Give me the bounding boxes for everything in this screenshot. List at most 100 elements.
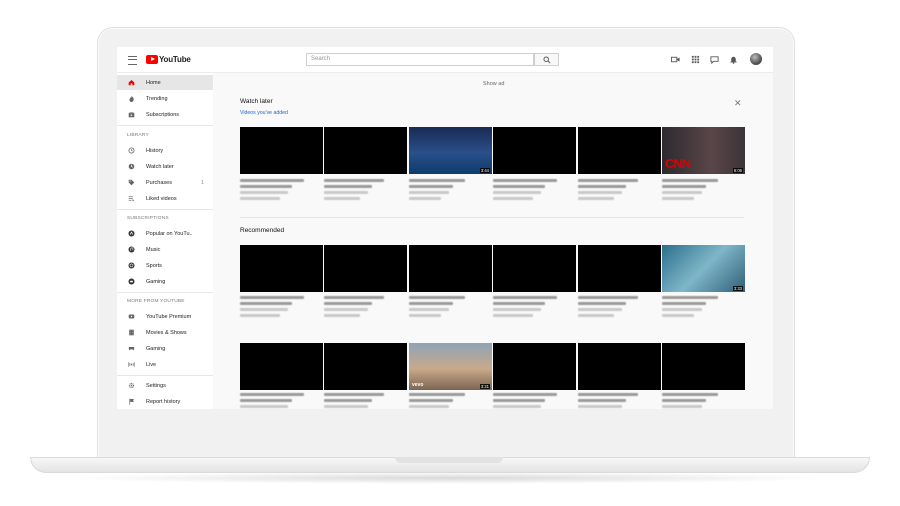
video-meta-blurred: [324, 302, 372, 305]
video-thumbnail[interactable]: [240, 245, 323, 292]
video-thumbnail[interactable]: [240, 343, 323, 390]
vevo-logo: vevo: [412, 382, 424, 388]
video-thumbnail[interactable]: [324, 127, 407, 174]
sidebar-divider: [117, 209, 213, 210]
video-meta-blurred: [578, 393, 638, 396]
sidebar: Home Trending Subscriptions LIBRARY Hist…: [117, 73, 213, 409]
music-icon: [128, 246, 135, 253]
video-thumbnail[interactable]: CNN 6:06: [662, 127, 745, 174]
sidebar-item-trending[interactable]: Trending: [117, 91, 213, 106]
sidebar-item-popular[interactable]: Popular on YouTu..: [117, 226, 213, 241]
tag-icon: [128, 179, 135, 186]
watch-later-title[interactable]: Watch later: [240, 98, 273, 105]
video-thumbnail[interactable]: [578, 245, 661, 292]
youtube-screen: YouTube Search Home Trending Subscriptio…: [117, 47, 773, 409]
video-thumbnail[interactable]: vevo 3:21: [409, 343, 492, 390]
video-thumbnail[interactable]: [493, 245, 576, 292]
sidebar-item-movies-shows[interactable]: Movies & Shows: [117, 325, 213, 340]
video-meta-blurred: [324, 185, 372, 188]
playlist-icon: [128, 196, 135, 202]
video-meta-blurred: [240, 191, 288, 194]
sidebar-item-live[interactable]: Live: [117, 357, 213, 372]
sidebar-item-history[interactable]: History: [117, 143, 213, 158]
notifications-icon[interactable]: [729, 55, 738, 64]
create-video-icon[interactable]: [671, 55, 680, 64]
video-meta-blurred: [409, 179, 465, 182]
subscriptions-icon: [128, 112, 135, 118]
video-meta-blurred: [240, 393, 304, 396]
video-thumbnail[interactable]: [662, 343, 745, 390]
sidebar-item-label: Purchases: [146, 179, 172, 186]
sidebar-item-label: Watch later: [146, 163, 174, 170]
film-icon: [129, 329, 134, 336]
sidebar-item-gaming-channel[interactable]: Gaming: [117, 274, 213, 289]
sidebar-item-label: Report history: [146, 398, 181, 405]
video-meta-blurred: [662, 197, 694, 200]
video-thumbnail[interactable]: [493, 343, 576, 390]
sidebar-item-label: Live: [146, 361, 157, 368]
video-thumbnail[interactable]: [578, 343, 661, 390]
video-meta-blurred: [662, 393, 718, 396]
video-meta-blurred: [409, 191, 449, 194]
youtube-premium-icon: [128, 314, 135, 319]
video-meta-blurred: [324, 399, 372, 402]
clock-icon: [128, 163, 135, 170]
menu-icon[interactable]: [128, 56, 137, 65]
video-duration: 3:33: [732, 286, 743, 291]
sidebar-item-settings[interactable]: Settings: [117, 378, 213, 393]
youtube-logo[interactable]: YouTube: [146, 54, 191, 65]
video-meta-blurred: [240, 399, 292, 402]
sidebar-item-music[interactable]: Music: [117, 242, 213, 257]
sidebar-item-liked-videos[interactable]: Liked videos: [117, 191, 213, 206]
video-thumbnail[interactable]: [409, 245, 492, 292]
video-meta-blurred: [578, 296, 638, 299]
video-meta-blurred: [324, 197, 360, 200]
sidebar-item-watch-later[interactable]: Watch later: [117, 159, 213, 174]
live-icon: [128, 362, 135, 367]
search-button[interactable]: [534, 53, 559, 66]
search-input[interactable]: Search: [306, 53, 534, 66]
video-meta-blurred: [324, 308, 368, 311]
video-meta-blurred: [324, 191, 368, 194]
video-thumbnail[interactable]: 3:44: [409, 127, 492, 174]
video-meta-blurred: [324, 314, 360, 317]
show-ad-link[interactable]: Show ad: [483, 81, 504, 87]
video-meta-blurred: [493, 302, 545, 305]
video-meta-blurred: [493, 185, 545, 188]
video-meta-blurred: [240, 314, 280, 317]
video-thumbnail[interactable]: [240, 127, 323, 174]
video-thumbnail[interactable]: 3:33: [662, 245, 745, 292]
sidebar-item-report-history[interactable]: Report history: [117, 394, 213, 409]
close-icon[interactable]: ✕: [734, 98, 742, 109]
sidebar-item-label: Liked videos: [146, 195, 177, 202]
video-meta-blurred: [240, 197, 280, 200]
video-thumbnail[interactable]: [578, 127, 661, 174]
video-meta-blurred: [409, 399, 453, 402]
video-meta-blurred: [240, 405, 288, 408]
sidebar-item-youtube-premium[interactable]: YouTube Premium: [117, 309, 213, 324]
home-icon: [128, 80, 135, 86]
video-meta-blurred: [409, 405, 449, 408]
video-meta-blurred: [493, 296, 557, 299]
sidebar-item-label: Gaming: [146, 345, 166, 352]
sidebar-item-subscriptions[interactable]: Subscriptions: [117, 107, 213, 122]
flame-icon: [129, 95, 134, 102]
video-meta-blurred: [578, 314, 614, 317]
sidebar-item-label: Trending: [146, 95, 168, 102]
sidebar-item-gaming[interactable]: Gaming: [117, 341, 213, 356]
sidebar-item-label: Subscriptions: [146, 111, 180, 118]
messages-icon[interactable]: [710, 55, 719, 64]
video-thumbnail[interactable]: [324, 245, 407, 292]
sidebar-item-label: Settings: [146, 382, 166, 389]
video-thumbnail[interactable]: [324, 343, 407, 390]
video-meta-blurred: [409, 185, 453, 188]
video-thumbnail[interactable]: [493, 127, 576, 174]
video-meta-blurred: [409, 302, 453, 305]
gamepad-icon: [128, 346, 135, 351]
apps-icon[interactable]: [691, 55, 700, 64]
sidebar-item-purchases[interactable]: Purchases 1: [117, 175, 213, 190]
sidebar-item-home[interactable]: Home: [117, 75, 213, 90]
recommended-title: Recommended: [240, 227, 285, 234]
avatar[interactable]: [750, 53, 762, 65]
sidebar-item-sports[interactable]: Sports: [117, 258, 213, 273]
